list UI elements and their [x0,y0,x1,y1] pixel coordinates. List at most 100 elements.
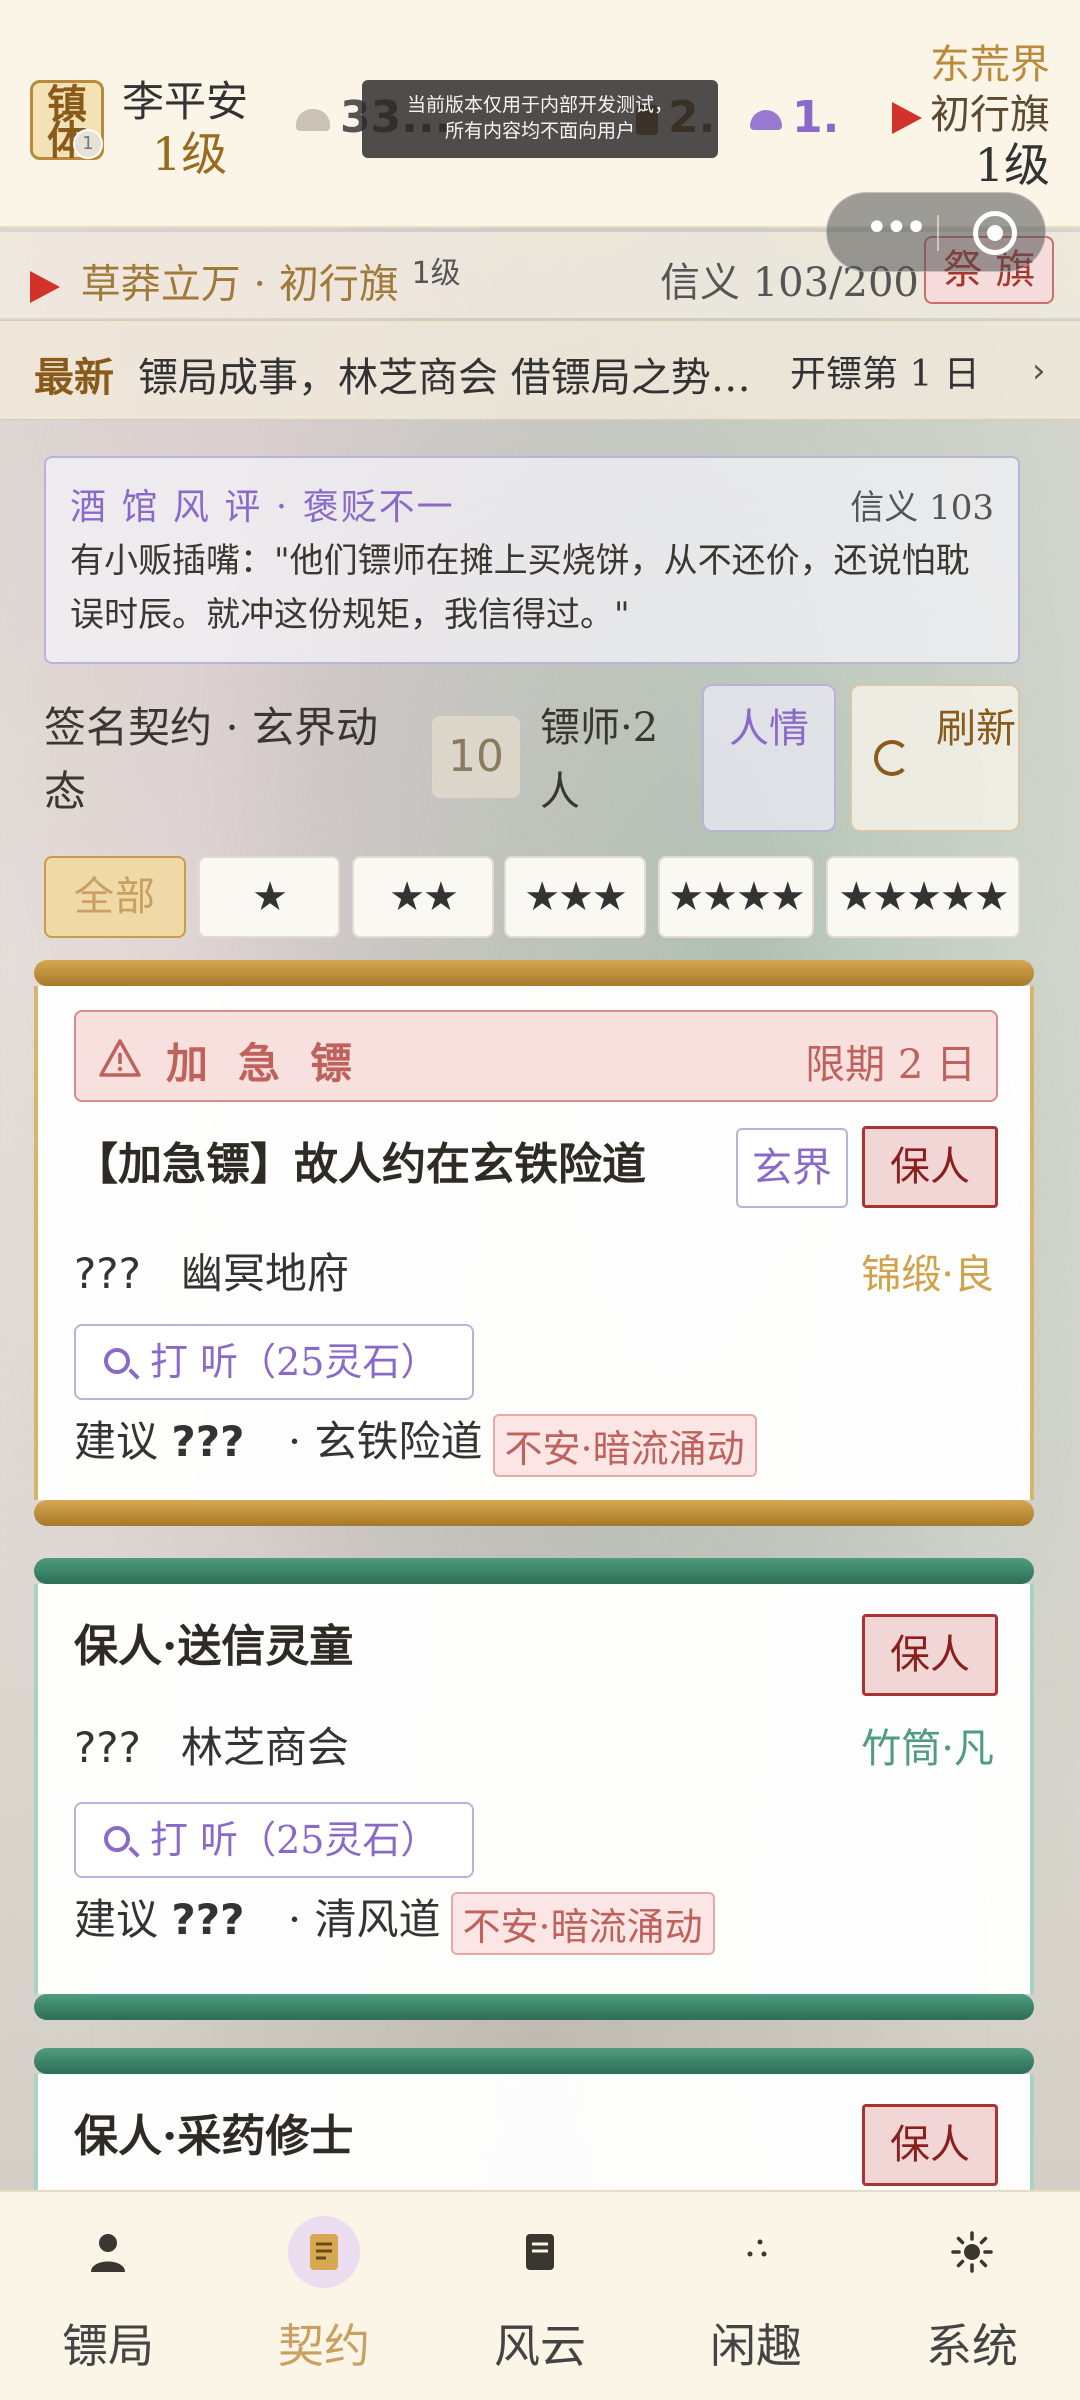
client-unknown: ??? [74,1723,141,1772]
realm-name: 东荒界 [930,42,1050,88]
review-xinyi: 信义 103 [850,488,994,528]
renqing-button[interactable]: 人情 [702,684,836,832]
guild-level: 1级 [411,256,461,291]
card-body: 保人·采药修士 保人 [34,2074,1034,2190]
baoren-button[interactable]: 保人 [862,2104,998,2186]
cloud-icon [750,110,782,130]
scroll-icon [310,2234,338,2270]
realm-level: 1级 [974,138,1050,192]
dev-notice-toast: 当前版本仅用于内部开发测试， 所有内容均不面向用户 [362,80,718,158]
nav-xianqu[interactable]: 闲趣 [648,2192,864,2400]
bottom-nav: 镖局 契约 风云 闲趣 系统 [0,2190,1080,2400]
inquire-label: 打 听（25灵石） [150,1340,439,1384]
resource-cloud-value: 1. [792,92,840,143]
advice-row: 建议 ??? · 清风道 不安·暗流涌动 [74,1886,715,1955]
flag-icon [30,271,60,304]
filter-all[interactable]: 全部 [44,856,186,938]
news-day: 开镖第 1 日 [790,354,980,395]
advice-prefix: 建议 [74,1417,159,1466]
miniprogram-capsule: ••• [826,192,1046,272]
route-name: · 清风道 [287,1895,441,1944]
resource-cloud[interactable]: 1. [750,92,839,143]
search-icon [104,1348,130,1374]
seal-badge: 1 [73,129,103,159]
warning-icon [99,1039,141,1077]
flag-icon [892,102,922,134]
nav-biaoju[interactable]: 镖局 [0,2192,216,2400]
contract-label: 签名契约 · 玄界动态 [44,703,379,816]
tavern-review: 酒 馆 风 评 · 褒贬不一 信义 103 有小贩插嘴："他们镖师在摊上买烧饼，… [44,456,1020,664]
review-body: 有小贩插嘴："他们镖师在摊上买烧饼，从不还价，还说怕耽误时辰。就冲这份规矩，我信… [70,541,970,635]
dev-notice-line2: 所有内容均不面向用户 [444,120,635,142]
filter-5-star[interactable]: ★★★★★ [826,856,1020,938]
urgent-banner: 加急镖 限期 2 日 [74,1010,998,1102]
card-title: 保人·采药修士 [74,2111,354,2162]
hat-icon [296,109,330,131]
nav-label: 契约 [278,2319,370,2373]
realm-tag: 玄界 [736,1128,848,1208]
staff-count: 镖师·2人 [540,705,659,815]
card-title: 保人·送信灵童 [74,1621,354,1672]
news-ticker[interactable]: 最新 镖局成事，林芝商会 借镖局之势… 开镖第 1 日 › [0,320,1080,420]
card-body: 加急镖 限期 2 日 【加急镖】故人约在玄铁险道 玄界 保人 ??? 幽冥地府 锦… [34,986,1034,1500]
nav-system[interactable]: 系统 [864,2192,1080,2400]
sparkle-icon [747,2239,767,2257]
client-name: 幽冥地府 [180,1249,349,1298]
client-row: ??? 幽冥地府 [74,1240,349,1301]
route-name: · 玄铁险道 [287,1417,483,1466]
realm-flag: 初行旗 [930,92,1050,138]
realm-info[interactable]: 东荒界 初行旗 1级 [892,40,1050,190]
seal-avatar[interactable]: 镇体 1 [30,80,104,161]
more-icon[interactable]: ••• [865,208,928,248]
filter-3-star[interactable]: ★★★ [504,856,646,938]
dev-notice-line1: 当前版本仅用于内部开发测试， [406,94,673,116]
filter-1-star[interactable]: ★ [198,856,340,938]
card-top-bar [34,2048,1034,2074]
contract-count: 10 [432,716,520,798]
advice-row: 建议 ??? · 玄铁险道 不安·暗流涌动 [74,1408,757,1477]
news-tag: 最新 [34,354,114,401]
card-top-bar [34,1558,1034,1584]
card-body: 保人·送信灵童 保人 ??? 林芝商会 竹筒·凡 打 听（25灵石） 建议 ???… [34,1584,1034,1994]
nav-fengyun[interactable]: 风云 [432,2192,648,2400]
risk-badge: 不安·暗流涌动 [450,1891,715,1955]
guild-name-text: 草莽立万 · 初行旗 [80,261,399,308]
nav-contract[interactable]: 契约 [216,2192,432,2400]
goods-label: 竹筒·凡 [861,1726,994,1772]
client-row: ??? 林芝商会 [74,1714,349,1775]
baoren-button[interactable]: 保人 [862,1614,998,1696]
search-icon [104,1826,130,1852]
goods-label: 锦缎·良 [861,1252,994,1298]
filter-4-star[interactable]: ★★★★ [658,856,814,938]
filter-2-star[interactable]: ★★ [352,856,494,938]
capsule-divider [937,215,939,251]
player-level: 1级 [152,127,228,181]
urgent-label: 加急镖 [166,1039,383,1088]
refresh-label: 刷新 [936,706,1016,752]
inquire-label: 打 听（25灵石） [150,1818,439,1862]
card-title: 【加急镖】故人约在玄铁险道 [74,1139,646,1190]
chevron-right-icon[interactable]: › [1032,351,1046,391]
guild-name: 草莽立万 · 初行旗 1级 [30,248,461,309]
sun-icon [951,2231,993,2273]
card-bottom-bar [34,1994,1034,2020]
urgent-limit: 限期 2 日 [805,1042,976,1088]
refresh-icon [874,740,910,776]
advice-value: ??? [171,1895,245,1944]
inquire-button[interactable]: 打 听（25灵石） [74,1802,474,1878]
card-bottom-bar [34,1500,1034,1526]
nav-label: 闲趣 [710,2319,802,2373]
escort-card[interactable]: 保人·采药修士 保人 [34,2048,1034,2190]
nav-label: 风云 [494,2319,586,2373]
risk-badge: 不安·暗流涌动 [492,1413,757,1477]
close-icon[interactable] [973,211,1017,255]
inquire-button[interactable]: 打 听（25灵石） [74,1324,474,1400]
person-icon [91,2234,125,2272]
nav-label: 系统 [926,2319,1018,2373]
escort-card-urgent[interactable]: 加急镖 限期 2 日 【加急镖】故人约在玄铁险道 玄界 保人 ??? 幽冥地府 锦… [34,960,1034,1526]
baoren-button[interactable]: 保人 [862,1126,998,1208]
escort-card[interactable]: 保人·送信灵童 保人 ??? 林芝商会 竹筒·凡 打 听（25灵石） 建议 ???… [34,1558,1034,2020]
news-text: 镖局成事，林芝商会 借镖局之势… [138,355,751,401]
client-name: 林芝商会 [180,1723,349,1772]
refresh-button[interactable]: 刷新 [850,684,1020,832]
